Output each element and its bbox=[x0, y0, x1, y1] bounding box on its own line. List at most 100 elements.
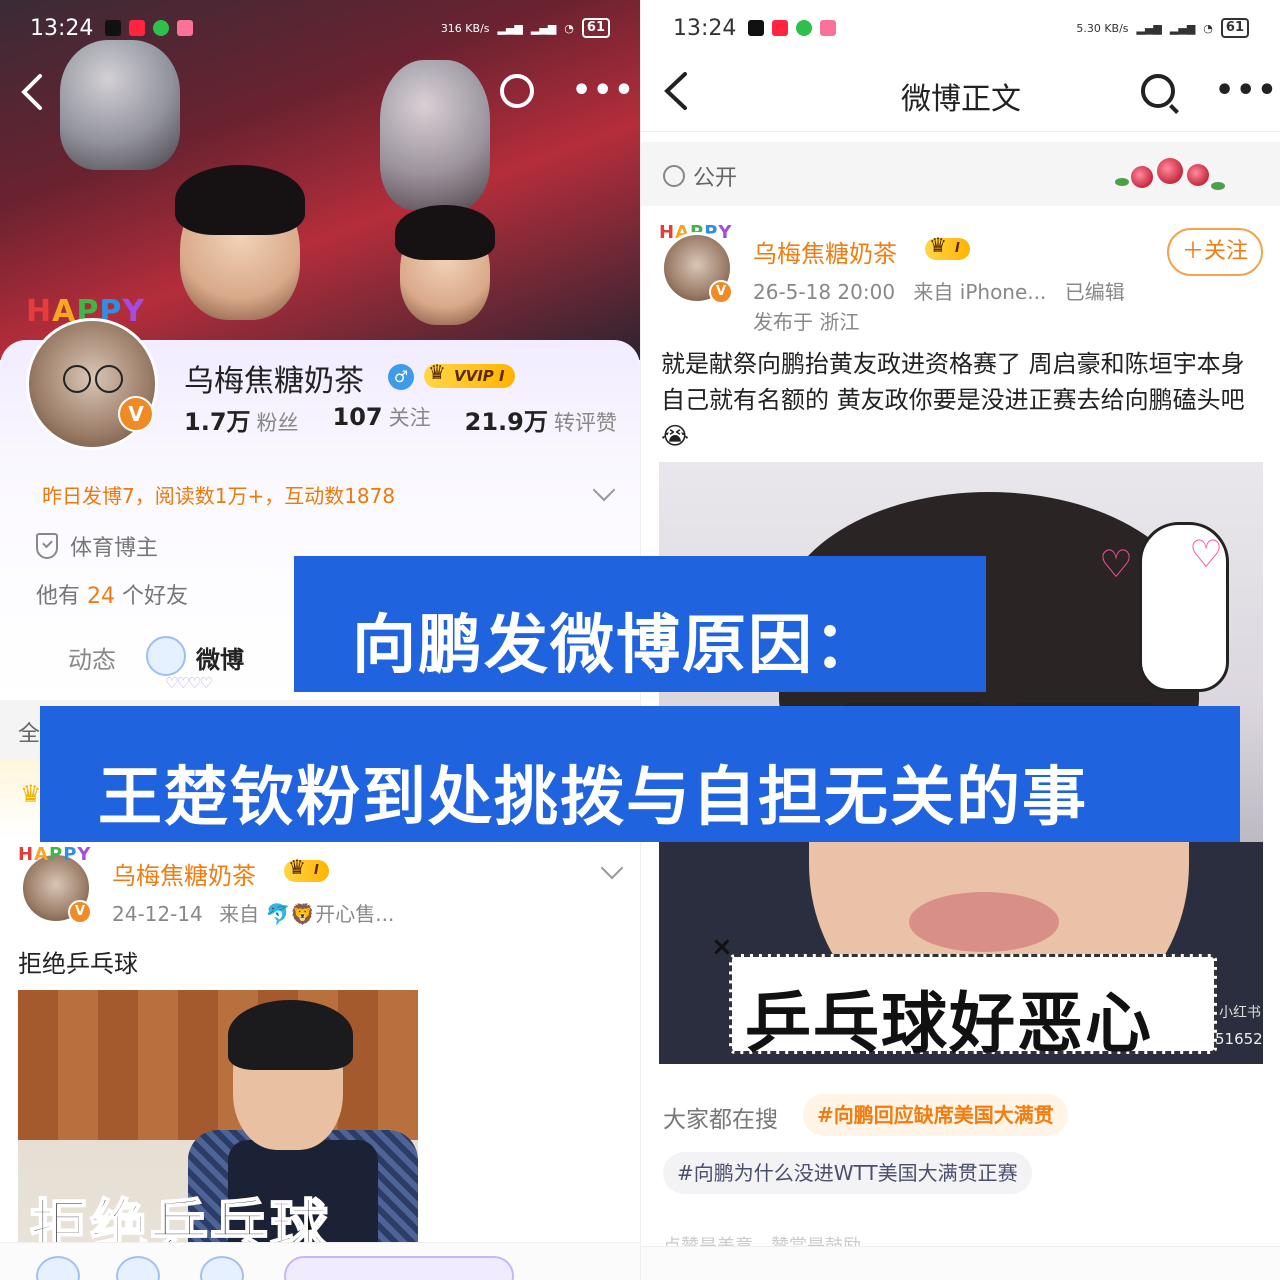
roses-decoration-icon bbox=[1101, 148, 1241, 200]
gender-male-icon: ♂ bbox=[388, 364, 414, 390]
stat-likes[interactable]: 21.9万 转评赞 bbox=[465, 402, 617, 437]
overlay-banner-bottom-text: 王楚钦粉到处挑拨与自担无关的事 bbox=[98, 761, 1088, 835]
overlay-banner-top-text: 向鹏发微博原因： bbox=[352, 609, 880, 683]
avatar-glasses bbox=[63, 365, 91, 393]
wifi-icon: ◔ bbox=[1203, 21, 1213, 35]
status-bar: 13:24 5.30 KB/s ▂▄▆ ▂▄▆ ◔ 61 bbox=[641, 0, 1280, 56]
stat-label: 粉丝 bbox=[256, 411, 299, 435]
stat-number: 21.9万 bbox=[464, 408, 548, 436]
search-tag[interactable]: #向鹏为什么没进WTT美国大满贯正赛 bbox=[663, 1152, 1032, 1194]
crown-icon: ♛ bbox=[20, 780, 42, 808]
watermark-id: 516520 bbox=[1215, 1030, 1263, 1048]
crown-icon: ♛ bbox=[288, 855, 306, 879]
globe-icon bbox=[663, 165, 685, 187]
sports-blogger-label: 体育博主 bbox=[70, 536, 159, 561]
post-location: 发布于 浙江 bbox=[753, 310, 860, 334]
signal-4g-icon: ▂▄▆ bbox=[1169, 21, 1196, 35]
sticker-text: 乒乓球好恶心 bbox=[745, 985, 1153, 1062]
wifi-icon: ◔ bbox=[564, 21, 574, 35]
athlete-right-hair bbox=[395, 205, 495, 260]
happy-letter: H bbox=[26, 294, 53, 329]
follow-button[interactable]: ＋关注 bbox=[1167, 228, 1263, 276]
more-options-icon[interactable]: ••• bbox=[1215, 76, 1279, 106]
chevron-down-icon[interactable] bbox=[600, 856, 624, 880]
post-edited: 已编辑 bbox=[1064, 280, 1125, 304]
vip-badge: ♛ I bbox=[284, 856, 329, 882]
search-icon[interactable] bbox=[1141, 74, 1175, 108]
rose bbox=[1131, 166, 1153, 188]
post-author-name[interactable]: 乌梅焦糖奶茶 bbox=[112, 856, 256, 891]
verified-badge-icon: V bbox=[709, 280, 733, 304]
xiaohongshu-icon bbox=[772, 20, 789, 36]
post-meta: 24-12-14 来自 🐬🦁开心售... bbox=[112, 898, 394, 927]
vip-label: I bbox=[955, 241, 960, 256]
visibility-public: 公开 bbox=[663, 160, 737, 192]
rose bbox=[1157, 158, 1183, 184]
signal-4g-icon: ▂▄▆ bbox=[530, 21, 557, 35]
status-app-icons bbox=[748, 20, 837, 36]
more-options-icon[interactable]: ••• bbox=[572, 76, 636, 106]
stat-label: 转评赞 bbox=[553, 411, 617, 435]
back-arrow-icon[interactable] bbox=[20, 74, 44, 110]
post-meta: 26-5-18 20:00 来自 iPhone... 已编辑 bbox=[753, 276, 1125, 305]
happy-letter: P bbox=[63, 844, 78, 865]
tab-weibo[interactable]: 微博 bbox=[196, 640, 244, 675]
status-right-icons: 5.30 KB/s ▂▄▆ ▂▄▆ ◔ 61 bbox=[1076, 18, 1249, 38]
rose bbox=[1187, 164, 1209, 186]
vvip-label: VVIP I bbox=[454, 367, 505, 385]
friends-suffix: 个好友 bbox=[122, 584, 189, 609]
close-icon: × bbox=[711, 932, 733, 962]
phone-icon bbox=[153, 20, 170, 36]
yesterday-summary[interactable]: 昨日发博7，阅读数1万+，互动数1878 bbox=[42, 480, 395, 509]
hot-search-tag[interactable]: #向鹏回应缺席美国大满贯 bbox=[803, 1094, 1068, 1136]
sports-blogger-tag[interactable]: 体育博主 bbox=[36, 530, 158, 562]
profile-stats: 1.7万 粉丝 107 关注 21.9万 转评赞 bbox=[184, 402, 617, 437]
vvip-badge[interactable]: ♛ VVIP I bbox=[424, 360, 515, 388]
network-speed: 5.30 KB/s bbox=[1076, 21, 1129, 35]
leaf bbox=[1211, 182, 1225, 190]
vip-label: I bbox=[314, 863, 319, 878]
status-app-icons bbox=[105, 20, 194, 36]
verified-badge-icon: V bbox=[118, 396, 154, 432]
signal-icon: ▂▄▆ bbox=[1136, 21, 1162, 35]
heart-icon: ♡ bbox=[1189, 532, 1224, 576]
network-speed: 316 KB/s bbox=[440, 21, 490, 35]
stat-number: 1.7万 bbox=[184, 408, 251, 436]
trophy-right bbox=[380, 60, 490, 210]
post-date: 24-12-14 bbox=[112, 902, 203, 926]
stat-following[interactable]: 107 关注 bbox=[333, 402, 431, 437]
leaf bbox=[1115, 178, 1129, 186]
door-background bbox=[18, 990, 418, 1140]
watermark: 小红书 bbox=[1219, 1005, 1261, 1021]
post-author-name[interactable]: 乌梅焦糖奶茶 bbox=[753, 234, 897, 269]
battery-level: 61 bbox=[581, 18, 610, 38]
happy-letter: H bbox=[18, 844, 35, 865]
happy-letter: A bbox=[34, 844, 50, 865]
page-title: 微博正文 bbox=[901, 82, 1021, 117]
happy-sticker: HAPPY bbox=[18, 844, 91, 865]
friends-count[interactable]: 他有 24 个好友 bbox=[36, 578, 188, 610]
filter-all[interactable]: 全 bbox=[18, 716, 40, 748]
mascot-icon bbox=[146, 636, 186, 676]
trophy-left bbox=[60, 40, 180, 170]
status-right-icons: 316 KB/s ▂▄▆ ▂▄▆ ◔ 61 bbox=[441, 18, 610, 38]
compose-pill[interactable] bbox=[284, 1256, 514, 1280]
friends-prefix: 他有 bbox=[36, 584, 81, 609]
tab-dynamics[interactable]: 动态 bbox=[68, 640, 116, 675]
crown-icon: ♛ bbox=[428, 360, 446, 384]
stat-followers[interactable]: 1.7万 粉丝 bbox=[184, 402, 299, 437]
crown-icon: ♛ bbox=[929, 233, 947, 257]
post-date: 26-5-18 20:00 bbox=[753, 280, 896, 304]
status-bar: 13:24 316 KB/s ▂▄▆ ▂▄▆ ◔ 61 bbox=[0, 0, 640, 56]
camera-icon[interactable] bbox=[500, 74, 534, 108]
happy-letter: Y bbox=[122, 294, 146, 329]
battery-level: 61 bbox=[1220, 18, 1249, 38]
xiaohongshu-icon bbox=[129, 20, 146, 36]
phone-icon bbox=[796, 20, 813, 36]
shield-icon bbox=[36, 533, 58, 559]
tiktok-icon bbox=[105, 20, 122, 36]
hearts-decoration-icon: ♡♡♡♡ bbox=[165, 674, 213, 692]
status-time: 13:24 bbox=[30, 15, 94, 41]
boy-lips bbox=[909, 892, 1059, 952]
bilibili-icon bbox=[177, 20, 194, 36]
